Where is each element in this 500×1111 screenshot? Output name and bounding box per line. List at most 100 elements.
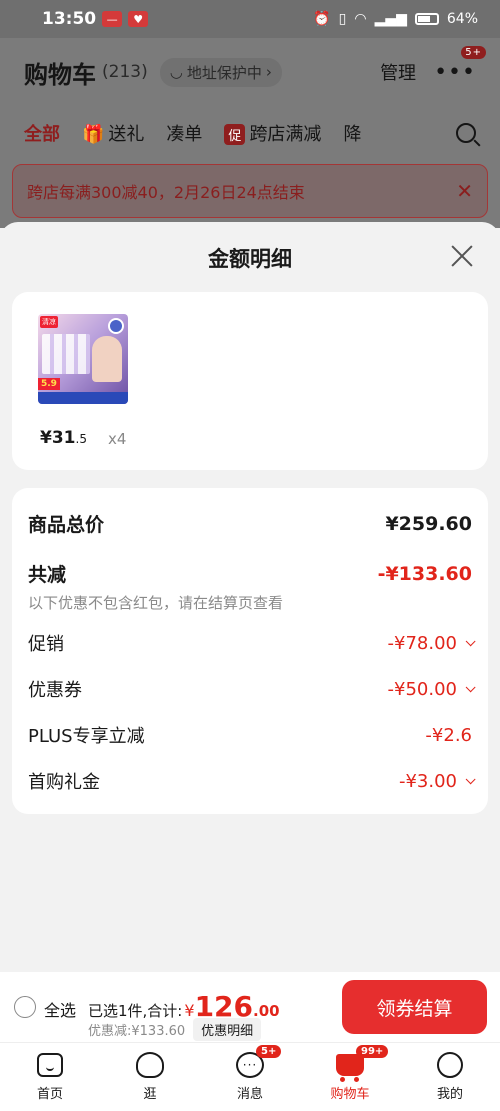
- tab-cross-store-label: 跨店满减: [249, 124, 322, 145]
- smile-icon: ◡: [169, 63, 183, 81]
- chevron-down-icon: [465, 773, 476, 784]
- thumb-footer: [38, 392, 128, 404]
- thumb-price: 5.9: [38, 378, 60, 390]
- discount-label: 首购礼金: [28, 772, 100, 793]
- discount-value: -¥3.00: [398, 770, 457, 792]
- address-protect-button[interactable]: ◡ 地址保护中 ›: [159, 57, 282, 87]
- page-title: 购物车: [24, 60, 96, 89]
- more-badge: 5+: [461, 45, 486, 59]
- status-time: 13:50: [42, 9, 97, 29]
- discount-row-plus: PLUS专享立减 -¥2.6: [28, 722, 472, 748]
- nav-browse[interactable]: 逛: [100, 1043, 200, 1111]
- chevron-down-icon: [465, 635, 476, 646]
- discount-label: 优惠券: [28, 680, 82, 701]
- tab-gift-label: 送礼: [108, 124, 145, 145]
- tab-price-drop[interactable]: 降: [343, 120, 361, 146]
- product-thumbnail[interactable]: 清凉 5.9: [38, 314, 128, 404]
- nav-home[interactable]: 首页: [0, 1043, 100, 1111]
- select-all-label[interactable]: 全选: [44, 997, 76, 1021]
- chevron-right-icon: ›: [265, 63, 272, 81]
- cart-header: 购物车 (213) ◡ 地址保护中 › 管理 ••• 5+: [0, 38, 500, 106]
- discount-value-wrap: -¥3.00: [398, 770, 476, 792]
- discount-summary: 优惠减:¥133.60 优惠明细: [88, 1018, 262, 1041]
- total-row: 商品总价 ¥259.60: [28, 510, 472, 537]
- nav-messages[interactable]: ··· 5+ 消息: [200, 1043, 300, 1111]
- signal-icon: ▂▄▆: [374, 11, 407, 27]
- item-price-decimal: .5: [75, 432, 87, 446]
- cart-count: (213): [102, 62, 148, 82]
- sheet-header: 金额明细: [0, 222, 500, 294]
- total-label: 商品总价: [28, 514, 105, 536]
- discount-label: PLUS专享立减: [28, 726, 145, 747]
- item-price: ¥31.5: [40, 428, 87, 448]
- browse-icon: [136, 1051, 164, 1079]
- message-badge: 5+: [256, 1045, 282, 1058]
- select-all-checkbox[interactable]: [14, 996, 36, 1018]
- battery-icon: [414, 13, 439, 25]
- bottom-nav: 首页 逛 ··· 5+ 消息 99+ 购物车 我的: [0, 1042, 500, 1111]
- amount-detail-sheet: 金额明细 清凉 5.9 ¥31.5 x4 商品总价 ¥259.60 共减 -¥1…: [0, 222, 500, 972]
- discount-text: 优惠减:¥133.60: [88, 1024, 186, 1039]
- nav-label: 我的: [436, 1087, 463, 1102]
- total-value: ¥259.60: [385, 512, 472, 535]
- sheet-title: 金额明细: [208, 247, 292, 271]
- search-icon[interactable]: [456, 123, 476, 143]
- nav-cart[interactable]: 99+ 购物车: [300, 1043, 400, 1111]
- battery-percent: 64%: [446, 11, 478, 27]
- reduce-note: 以下优惠不包含红包，请在结算页查看: [28, 594, 284, 612]
- promo-tag: 促: [224, 124, 246, 145]
- thumb-model: [92, 336, 122, 382]
- profile-icon: [436, 1051, 464, 1079]
- wifi-icon: ◠: [354, 11, 367, 27]
- discount-value-wrap: -¥78.00: [387, 632, 476, 654]
- filter-tabs: 全部 🎁 送礼 凑单 促跨店满减 降: [0, 106, 500, 160]
- gift-icon: 🎁: [82, 124, 105, 145]
- thumb-products: [42, 334, 90, 374]
- checkout-bar: 全选 已选1件,合计: ¥ 126 .00 优惠减:¥133.60 优惠明细 领…: [0, 972, 500, 1042]
- cart-badge: 99+: [356, 1045, 389, 1058]
- promo-banner: 跨店每满300减40，2月26日24点结束 ✕: [12, 164, 488, 218]
- cart-header-dimmed: 购物车 (213) ◡ 地址保护中 › 管理 ••• 5+ 全部 🎁 送礼 凑单 …: [0, 38, 500, 228]
- discount-value: -¥78.00: [387, 632, 457, 654]
- nav-label: 消息: [236, 1087, 263, 1102]
- status-right: ⏰ ▯ ◠ ▂▄▆ 64%: [313, 11, 478, 27]
- close-sheet-icon[interactable]: [450, 244, 474, 268]
- reduce-label: 共减: [28, 564, 67, 586]
- nav-label: 首页: [36, 1087, 63, 1102]
- address-protect-label: 地址保护中: [186, 63, 262, 82]
- item-card: 清凉 5.9 ¥31.5 x4: [12, 292, 488, 470]
- tab-cross-store[interactable]: 促跨店满减: [224, 120, 321, 146]
- thumb-brand-icon: [108, 318, 124, 334]
- checkout-button[interactable]: 领券结算: [342, 980, 487, 1034]
- home-icon: [36, 1051, 64, 1079]
- promo-banner-text: 跨店每满300减40，2月26日24点结束: [27, 183, 305, 202]
- discount-row-coupon[interactable]: 优惠券 -¥50.00: [28, 676, 476, 702]
- thumb-tag: 清凉: [40, 316, 58, 328]
- close-icon[interactable]: ✕: [456, 179, 473, 203]
- price-summary-card: 商品总价 ¥259.60 共减 -¥133.60 以下优惠不包含红包，请在结算页…: [12, 488, 488, 814]
- nav-profile[interactable]: 我的: [400, 1043, 500, 1111]
- discount-label: 促销: [28, 634, 64, 655]
- tab-all[interactable]: 全部: [24, 120, 60, 146]
- discount-row-promo[interactable]: 促销 -¥78.00: [28, 630, 476, 656]
- reduce-value: -¥133.60: [377, 562, 472, 585]
- discount-value: -¥2.6: [425, 724, 472, 746]
- tab-bundle[interactable]: 凑单: [166, 120, 202, 146]
- status-bar: 13:50 — ♥ ⏰ ▯ ◠ ▂▄▆ 64%: [0, 0, 500, 38]
- discount-row-first-buy[interactable]: 首购礼金 -¥3.00: [28, 768, 476, 794]
- app-notification-icon: —: [102, 11, 123, 27]
- app-notification-icon-2: ♥: [128, 11, 149, 27]
- chevron-down-icon: [465, 681, 476, 692]
- manage-button[interactable]: 管理: [380, 59, 416, 85]
- item-price-main: ¥31: [40, 428, 76, 448]
- discount-value-wrap: -¥50.00: [387, 678, 476, 700]
- more-icon: •••: [434, 59, 476, 85]
- item-quantity: x4: [108, 430, 127, 448]
- nav-label: 购物车: [330, 1087, 370, 1102]
- discount-value: -¥50.00: [387, 678, 457, 700]
- discount-detail-button[interactable]: 优惠明细: [193, 1018, 262, 1041]
- alarm-icon: ⏰: [313, 11, 331, 27]
- reduce-row: 共减 -¥133.60: [28, 560, 472, 587]
- more-button[interactable]: ••• 5+: [434, 45, 486, 85]
- tab-gift[interactable]: 🎁 送礼: [82, 120, 144, 146]
